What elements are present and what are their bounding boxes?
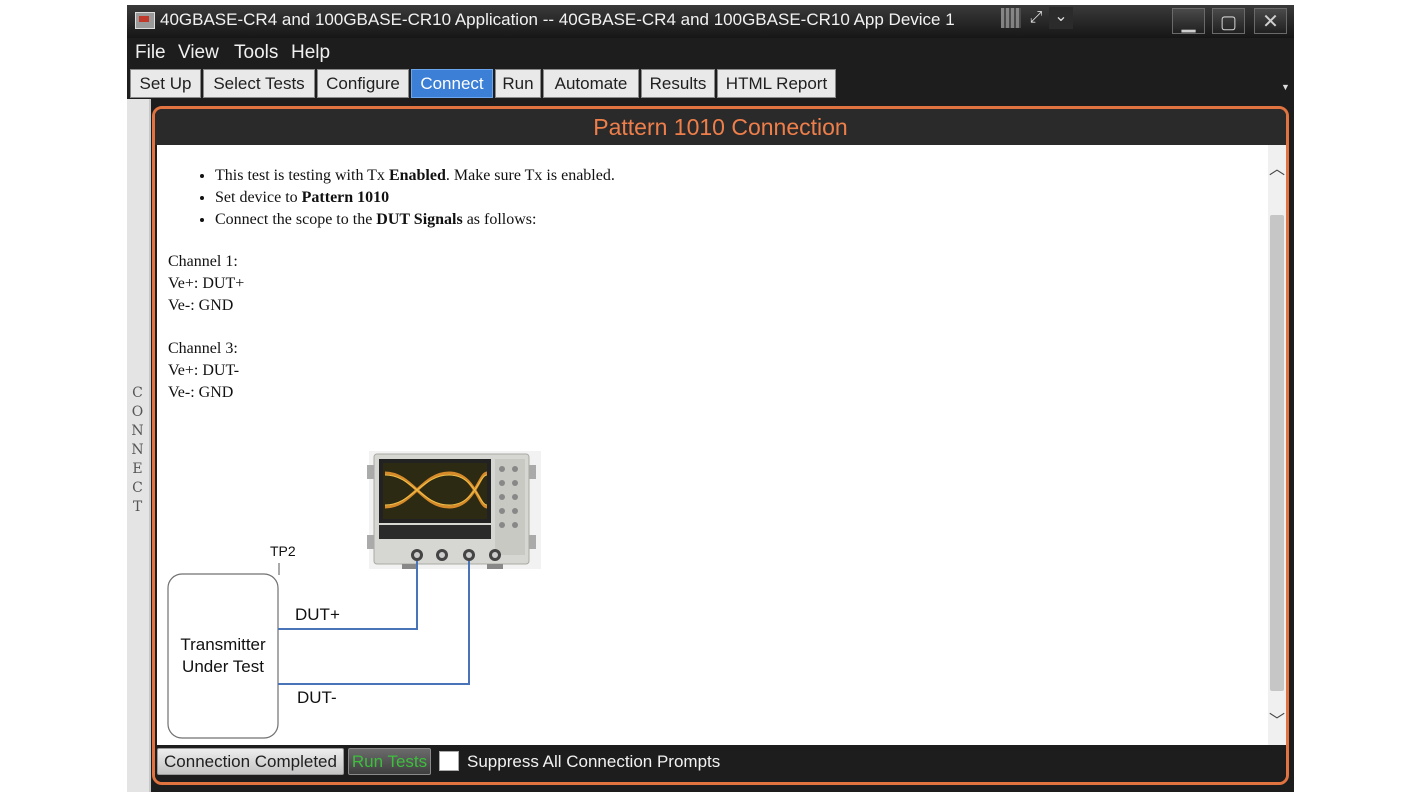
menu-view[interactable]: View (178, 42, 219, 64)
tab-overflow-icon[interactable]: ▼ (1281, 82, 1290, 92)
connection-diagram: Transmitter Under Test TP2 DUT+ DUT- (167, 451, 541, 739)
instruction-item: Connect the scope to the DUT Signals as … (215, 209, 615, 231)
side-label-letter: O (131, 404, 145, 420)
expand-icon[interactable]: ⤢ (1024, 7, 1048, 29)
side-label-letter: C (132, 385, 144, 401)
menu-help[interactable]: Help (291, 42, 330, 64)
tab-bar: Set Up Select Tests Configure Connect Ru… (127, 68, 1294, 99)
side-panel: CONNECT (127, 99, 151, 792)
tab-set-up[interactable]: Set Up (130, 69, 201, 98)
maximize-button[interactable]: ▢ (1212, 8, 1245, 34)
connection-dialog: Pattern 1010 Connection This test is tes… (152, 106, 1289, 785)
chevron-down-icon[interactable]: ⌄ (1049, 7, 1073, 29)
grid-icon[interactable] (1001, 8, 1021, 28)
close-button[interactable]: ✕ (1254, 8, 1287, 34)
instruction-item: Set device to Pattern 1010 (215, 187, 615, 209)
tp2-label: TP2 (270, 543, 296, 559)
side-panel-label: CONNECT (129, 384, 147, 517)
instruction-list: This test is testing with Tx Enabled. Ma… (197, 165, 615, 231)
run-tests-button[interactable]: Run Tests (348, 748, 431, 775)
dut-minus-label: DUT- (297, 688, 337, 707)
suppress-prompts-label: Suppress All Connection Prompts (467, 752, 721, 771)
side-label-letter: C (132, 480, 144, 496)
maximize-icon: ▢ (1219, 12, 1237, 32)
tab-html-report[interactable]: HTML Report (717, 69, 836, 98)
tab-connect[interactable]: Connect (411, 69, 493, 98)
connection-completed-button[interactable]: Connection Completed (157, 748, 344, 775)
dut-plus-label: DUT+ (295, 605, 340, 624)
title-bar: 40GBASE-CR4 and 100GBASE-CR10 Applicatio… (127, 5, 1294, 38)
menu-file[interactable]: File (135, 42, 166, 64)
chevron-down-icon[interactable]: ﹀ (1268, 707, 1286, 731)
menu-bar: File View Tools Help (127, 38, 1294, 68)
minimize-icon: ▁ (1181, 12, 1196, 32)
app-icon (135, 12, 155, 29)
tab-automate[interactable]: Automate (543, 69, 639, 98)
dialog-action-bar: Connection Completed Run Tests Suppress … (155, 745, 1286, 782)
dialog-title: Pattern 1010 Connection (155, 109, 1286, 145)
side-label-letter: N (131, 442, 145, 458)
oscilloscope-image (367, 451, 541, 569)
instruction-item: This test is testing with Tx Enabled. Ma… (215, 165, 615, 187)
tab-configure[interactable]: Configure (317, 69, 409, 98)
chevron-up-icon[interactable]: ︿ (1268, 155, 1286, 179)
side-label-letter: E (132, 461, 144, 477)
side-label-letter: N (131, 423, 145, 439)
menu-tools[interactable]: Tools (234, 42, 278, 64)
minimize-button[interactable]: ▁ (1172, 8, 1205, 34)
application-window: 40GBASE-CR4 and 100GBASE-CR10 Applicatio… (127, 5, 1294, 792)
tab-run[interactable]: Run (495, 69, 541, 98)
scrollbar-thumb[interactable] (1270, 215, 1284, 691)
close-icon: ✕ (1262, 11, 1279, 33)
channel-3-block: Channel 3: Ve+: DUT- Ve-: GND (168, 340, 240, 401)
channel-1-block: Channel 1: Ve+: DUT+ Ve-: GND (168, 253, 245, 314)
instructions-panel: This test is testing with Tx Enabled. Ma… (157, 145, 1268, 745)
tab-select-tests[interactable]: Select Tests (203, 69, 315, 98)
tab-results[interactable]: Results (641, 69, 715, 98)
side-label-letter: T (132, 499, 144, 515)
transmitter-box (167, 573, 279, 739)
window-title: 40GBASE-CR4 and 100GBASE-CR10 Applicatio… (160, 10, 955, 29)
vertical-scrollbar[interactable]: ︿ ﹀ (1268, 145, 1286, 745)
suppress-prompts-checkbox[interactable] (439, 751, 459, 771)
transmitter-label-line1: Transmitter (180, 635, 266, 654)
transmitter-label-line2: Under Test (182, 657, 264, 676)
